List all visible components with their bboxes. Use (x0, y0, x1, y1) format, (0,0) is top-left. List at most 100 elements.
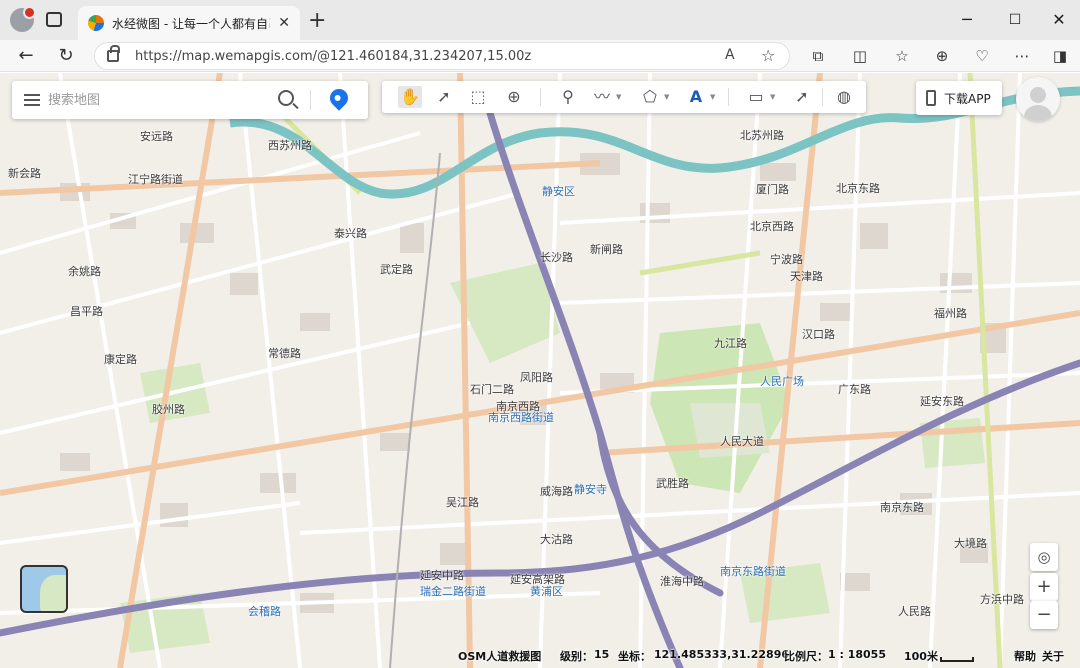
map-label: 康定路 (104, 353, 137, 366)
favorites-icon[interactable]: ☆ (892, 46, 912, 66)
zoom-in-button[interactable]: + (1030, 573, 1058, 601)
ruler-measure-icon[interactable]: ▭ (744, 86, 768, 108)
maximize-button[interactable]: ☐ (992, 6, 1038, 34)
back-arrow-icon[interactable]: ← (12, 43, 40, 69)
map-label: 南京东路街道 (720, 565, 786, 578)
scale-bar-label: 100米 (904, 650, 938, 663)
map-label: 胶州路 (152, 403, 185, 416)
search-icon[interactable] (278, 90, 294, 106)
basemap-switcher[interactable] (20, 565, 68, 613)
pan-hand-icon[interactable]: ✋ (398, 86, 422, 108)
locate-me-icon[interactable]: ◎ (1030, 543, 1058, 571)
sidebar-toggle-icon[interactable]: ◨ (1050, 46, 1070, 66)
user-avatar-icon[interactable] (1016, 77, 1060, 121)
scale-label: 比例尺： (784, 650, 828, 663)
map-tools-bar: ✋ ➚ ⬚ ⊕ ⚲ 〰 ▼ ⬠ ▼ A ▼ ▭ ▼ ➚ ◍ (382, 81, 866, 113)
chevron-down-icon[interactable]: ▼ (664, 93, 669, 101)
zoom-level-label: 级别： (560, 650, 593, 663)
scale-value: 1 : 18055 (828, 648, 886, 661)
divider (540, 88, 541, 106)
map-label: 余姚路 (68, 265, 101, 278)
map-label: 凤阳路 (520, 371, 553, 384)
pointer-info-icon[interactable]: ➚ (790, 86, 814, 108)
map-label: 静安寺 (574, 483, 607, 496)
map-label: 瑞金二路街道 (420, 585, 486, 598)
read-aloud-icon[interactable]: A (725, 47, 735, 63)
map-label: 泰兴路 (334, 227, 367, 240)
location-pin-icon[interactable] (326, 85, 352, 111)
map-label: 黄浦区 (530, 585, 563, 598)
new-tab-button[interactable]: + (308, 8, 326, 33)
polygon-icon[interactable]: ⬠ (638, 86, 662, 108)
map-label: 新会路 (8, 167, 41, 180)
map-label: 北京西路 (750, 220, 794, 233)
profile-avatar-icon[interactable] (10, 6, 36, 32)
download-app-label: 下载APP (944, 91, 991, 106)
url-text[interactable]: https://map.wemapgis.com/@121.460184,31.… (135, 49, 531, 64)
map-label: 北苏州路 (740, 129, 784, 142)
globe-icon[interactable]: ◍ (832, 86, 856, 108)
menu-hamburger-icon[interactable] (24, 94, 40, 106)
map-label: 方浜中路 (980, 593, 1024, 606)
extensions-icon[interactable]: ⧉ (808, 46, 828, 66)
zoom-level: 15 (594, 648, 610, 661)
collections-icon[interactable]: ⊕ (932, 46, 952, 66)
zoom-out-button[interactable]: − (1030, 601, 1058, 629)
browser-toolbar: ← ↻ https://map.wemapgis.com/@121.460184… (0, 40, 1080, 72)
search-input[interactable] (48, 89, 268, 111)
map-label: 九江路 (714, 337, 747, 350)
text-tool-icon[interactable]: A (684, 86, 708, 108)
map-label: 淮海中路 (660, 575, 704, 588)
map-label: 静安区 (542, 185, 575, 198)
coords-value: 121.485333,31.22896 (654, 648, 789, 661)
about-link[interactable]: 关于 (1042, 648, 1064, 664)
scale-bar (940, 657, 974, 662)
map-label: 大境路 (954, 537, 987, 550)
help-link[interactable]: 帮助 (1014, 648, 1036, 664)
divider (310, 90, 311, 110)
address-bar[interactable]: https://map.wemapgis.com/@121.460184,31.… (94, 42, 790, 70)
map-label: 大沽路 (540, 533, 573, 546)
tab-actions-icon[interactable] (46, 12, 62, 27)
chevron-down-icon[interactable]: ▼ (770, 93, 775, 101)
map-label: 安远路 (140, 130, 173, 143)
marker-icon[interactable]: ⚲ (556, 86, 580, 108)
favorite-star-icon[interactable]: ☆ (761, 46, 775, 65)
map-label: 宁波路 (770, 253, 803, 266)
download-app-button[interactable]: 下载APP (916, 81, 1002, 115)
map-status-bar: OSM人道救援图 级别： 15 坐标： 121.485333,31.22896 … (0, 644, 1080, 668)
map-canvas[interactable]: 新会路 安远路 西苏州路 北苏州路 北京东路 北京西路 江宁路街道 余姚路 昌平… (0, 73, 1080, 668)
map-label: 吴江路 (446, 496, 479, 509)
minimize-button[interactable]: ─ (944, 6, 990, 34)
map-label: 新闸路 (590, 243, 623, 256)
box-select-icon[interactable]: ⬚ (466, 86, 490, 108)
site-favicon-icon (88, 15, 104, 31)
select-arrow-icon[interactable]: ➚ (432, 86, 456, 108)
map-label: 威海路 (540, 485, 573, 498)
tab-close-icon[interactable]: ✕ (278, 15, 290, 31)
browser-tab[interactable]: 水经微图 - 让每一个人都有自己的 ✕ (78, 6, 300, 40)
close-window-button[interactable]: ✕ (1036, 6, 1080, 34)
map-label: 昌平路 (70, 305, 103, 318)
split-screen-icon[interactable]: ◫ (850, 46, 870, 66)
browser-titlebar: 水经微图 - 让每一个人都有自己的 ✕ + ─ ☐ ✕ (0, 0, 1080, 40)
map-label: 石门二路 (470, 383, 514, 396)
phone-icon (926, 90, 936, 106)
map-label: 广东路 (838, 383, 871, 396)
browser-essentials-icon[interactable]: ♡ (972, 46, 992, 66)
map-label: 会稽路 (248, 605, 281, 618)
map-label: 人民路 (898, 605, 931, 618)
refresh-icon[interactable]: ↻ (52, 43, 80, 69)
map-search-box (12, 81, 368, 119)
map-label: 江宁路街道 (128, 173, 183, 186)
map-label: 南京东路 (880, 501, 924, 514)
zoom-box-icon[interactable]: ⊕ (502, 86, 526, 108)
chevron-down-icon[interactable]: ▼ (710, 93, 715, 101)
chevron-down-icon[interactable]: ▼ (616, 93, 621, 101)
divider (822, 88, 823, 106)
divider (728, 88, 729, 106)
more-menu-icon[interactable]: ⋯ (1012, 46, 1032, 66)
polyline-icon[interactable]: 〰 (590, 86, 614, 108)
map-label: 延安东路 (920, 395, 964, 408)
map-label: 人民广场 (760, 375, 804, 388)
